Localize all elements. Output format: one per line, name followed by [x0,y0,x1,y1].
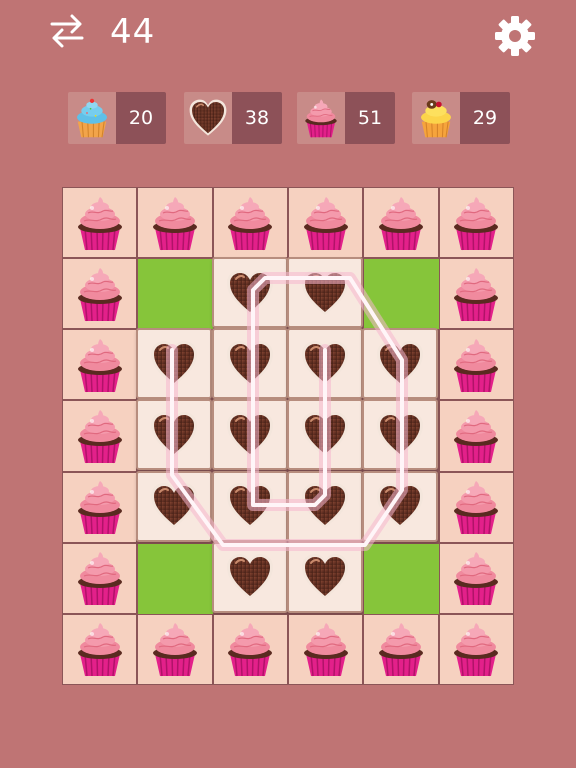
pink-cupcake-icon [448,265,504,323]
board-cell-pink-cupcake[interactable] [289,614,363,684]
pink-cupcake-icon [72,336,128,394]
board-tile-chocolate-heart[interactable] [362,399,439,471]
board-cell-pink-cupcake[interactable] [63,259,137,329]
board-tile-chocolate-heart[interactable] [211,257,288,329]
board-tile-chocolate-heart[interactable] [211,328,288,400]
board-tile-chocolate-heart[interactable] [136,470,213,542]
chocolate-heart-icon [188,98,228,138]
moves-counter: 44 [110,12,156,52]
chocolate-heart-icon [300,482,350,530]
pink-cupcake-icon [373,620,429,678]
blue-cupcake-icon [72,97,112,139]
board-tile-chocolate-heart[interactable] [211,541,288,613]
pink-cupcake-icon [448,478,504,536]
board-cell-pink-cupcake[interactable] [439,259,513,329]
goal-chocolate-heart: 38 [184,92,282,144]
board-tile-chocolate-heart[interactable] [287,470,363,542]
chocolate-heart-icon [300,269,350,317]
pink-cupcake-icon [147,194,203,252]
pink-cupcake-icon [72,265,128,323]
gear-icon[interactable] [494,15,536,57]
chocolate-heart-icon [225,482,275,530]
grass-cell [138,543,213,614]
chocolate-heart-icon [300,411,350,459]
board-cell-pink-cupcake[interactable] [63,614,137,684]
top-bar: 44 [0,0,576,70]
chocolate-heart-icon [225,553,275,601]
chocolate-heart-icon [375,340,425,388]
board-tile-chocolate-heart[interactable] [136,328,213,400]
pink-cupcake-icon [448,194,504,252]
board-cell-pink-cupcake[interactable] [439,472,513,542]
orange-cupcake-icon [416,97,456,139]
chocolate-heart-icon [225,269,275,317]
pink-cupcake-icon [147,620,203,678]
pink-cupcake-icon [72,478,128,536]
game-board [62,187,514,685]
pink-cupcake-icon [72,549,128,607]
board-cell-pink-cupcake[interactable] [63,401,137,471]
chocolate-heart-icon [149,482,199,530]
chocolate-heart-icon [300,340,350,388]
goal-count: 20 [116,92,166,144]
board-tile-chocolate-heart[interactable] [287,399,363,471]
board-cell-pink-cupcake[interactable] [138,614,212,684]
board-tile-chocolate-heart[interactable] [287,541,363,613]
chocolate-heart-icon [149,340,199,388]
pink-cupcake-icon [301,97,341,139]
board-tile-chocolate-heart[interactable] [287,328,363,400]
chocolate-heart-icon [149,411,199,459]
board-cell-pink-cupcake[interactable] [213,614,287,684]
goal-orange-cupcake: 29 [412,92,510,144]
grass-cell [364,543,439,614]
pink-cupcake-icon [72,620,128,678]
board-tile-chocolate-heart[interactable] [362,328,439,400]
pink-cupcake-icon [448,407,504,465]
chocolate-heart-icon [375,411,425,459]
grass-cell [364,259,439,330]
grass-cell [138,259,213,330]
board-cell-pink-cupcake[interactable] [63,472,137,542]
pink-cupcake-icon [373,194,429,252]
board-cell-pink-cupcake[interactable] [439,614,513,684]
chocolate-heart-icon [225,340,275,388]
board-cell-pink-cupcake[interactable] [63,330,137,400]
pink-cupcake-icon [448,336,504,394]
pink-cupcake-icon [222,620,278,678]
board-cell-pink-cupcake[interactable] [439,543,513,613]
pink-cupcake-icon [72,194,128,252]
goal-count: 29 [460,92,510,144]
board-cell-pink-cupcake[interactable] [213,188,287,258]
swap-arrows-icon [50,14,84,48]
board-cell-pink-cupcake[interactable] [364,188,438,258]
pink-cupcake-icon [298,194,354,252]
chocolate-heart-icon [375,482,425,530]
pink-cupcake-icon [298,620,354,678]
board-cell-pink-cupcake[interactable] [138,188,212,258]
goal-count: 51 [345,92,395,144]
goal-pink-cupcake: 51 [297,92,395,144]
chocolate-heart-icon [225,411,275,459]
board-tile-chocolate-heart[interactable] [287,257,363,329]
board-cell-pink-cupcake[interactable] [364,614,438,684]
board-cell-pink-cupcake[interactable] [63,543,137,613]
board-tile-chocolate-heart[interactable] [211,399,288,471]
level-goals: 20 38 51 29 [0,92,576,144]
board-cell-pink-cupcake[interactable] [289,188,363,258]
board-cell-pink-cupcake[interactable] [439,401,513,471]
chocolate-heart-icon [300,553,350,601]
pink-cupcake-icon [448,620,504,678]
pink-cupcake-icon [72,407,128,465]
pink-cupcake-icon [222,194,278,252]
board-tile-chocolate-heart[interactable] [211,470,288,542]
board-cell-pink-cupcake[interactable] [63,188,137,258]
goal-count: 38 [232,92,282,144]
board-cell-pink-cupcake[interactable] [439,330,513,400]
board-cell-pink-cupcake[interactable] [439,188,513,258]
goal-blue-cupcake: 20 [68,92,166,144]
pink-cupcake-icon [448,549,504,607]
board-tile-chocolate-heart[interactable] [136,399,213,471]
board-tile-chocolate-heart[interactable] [362,470,439,542]
